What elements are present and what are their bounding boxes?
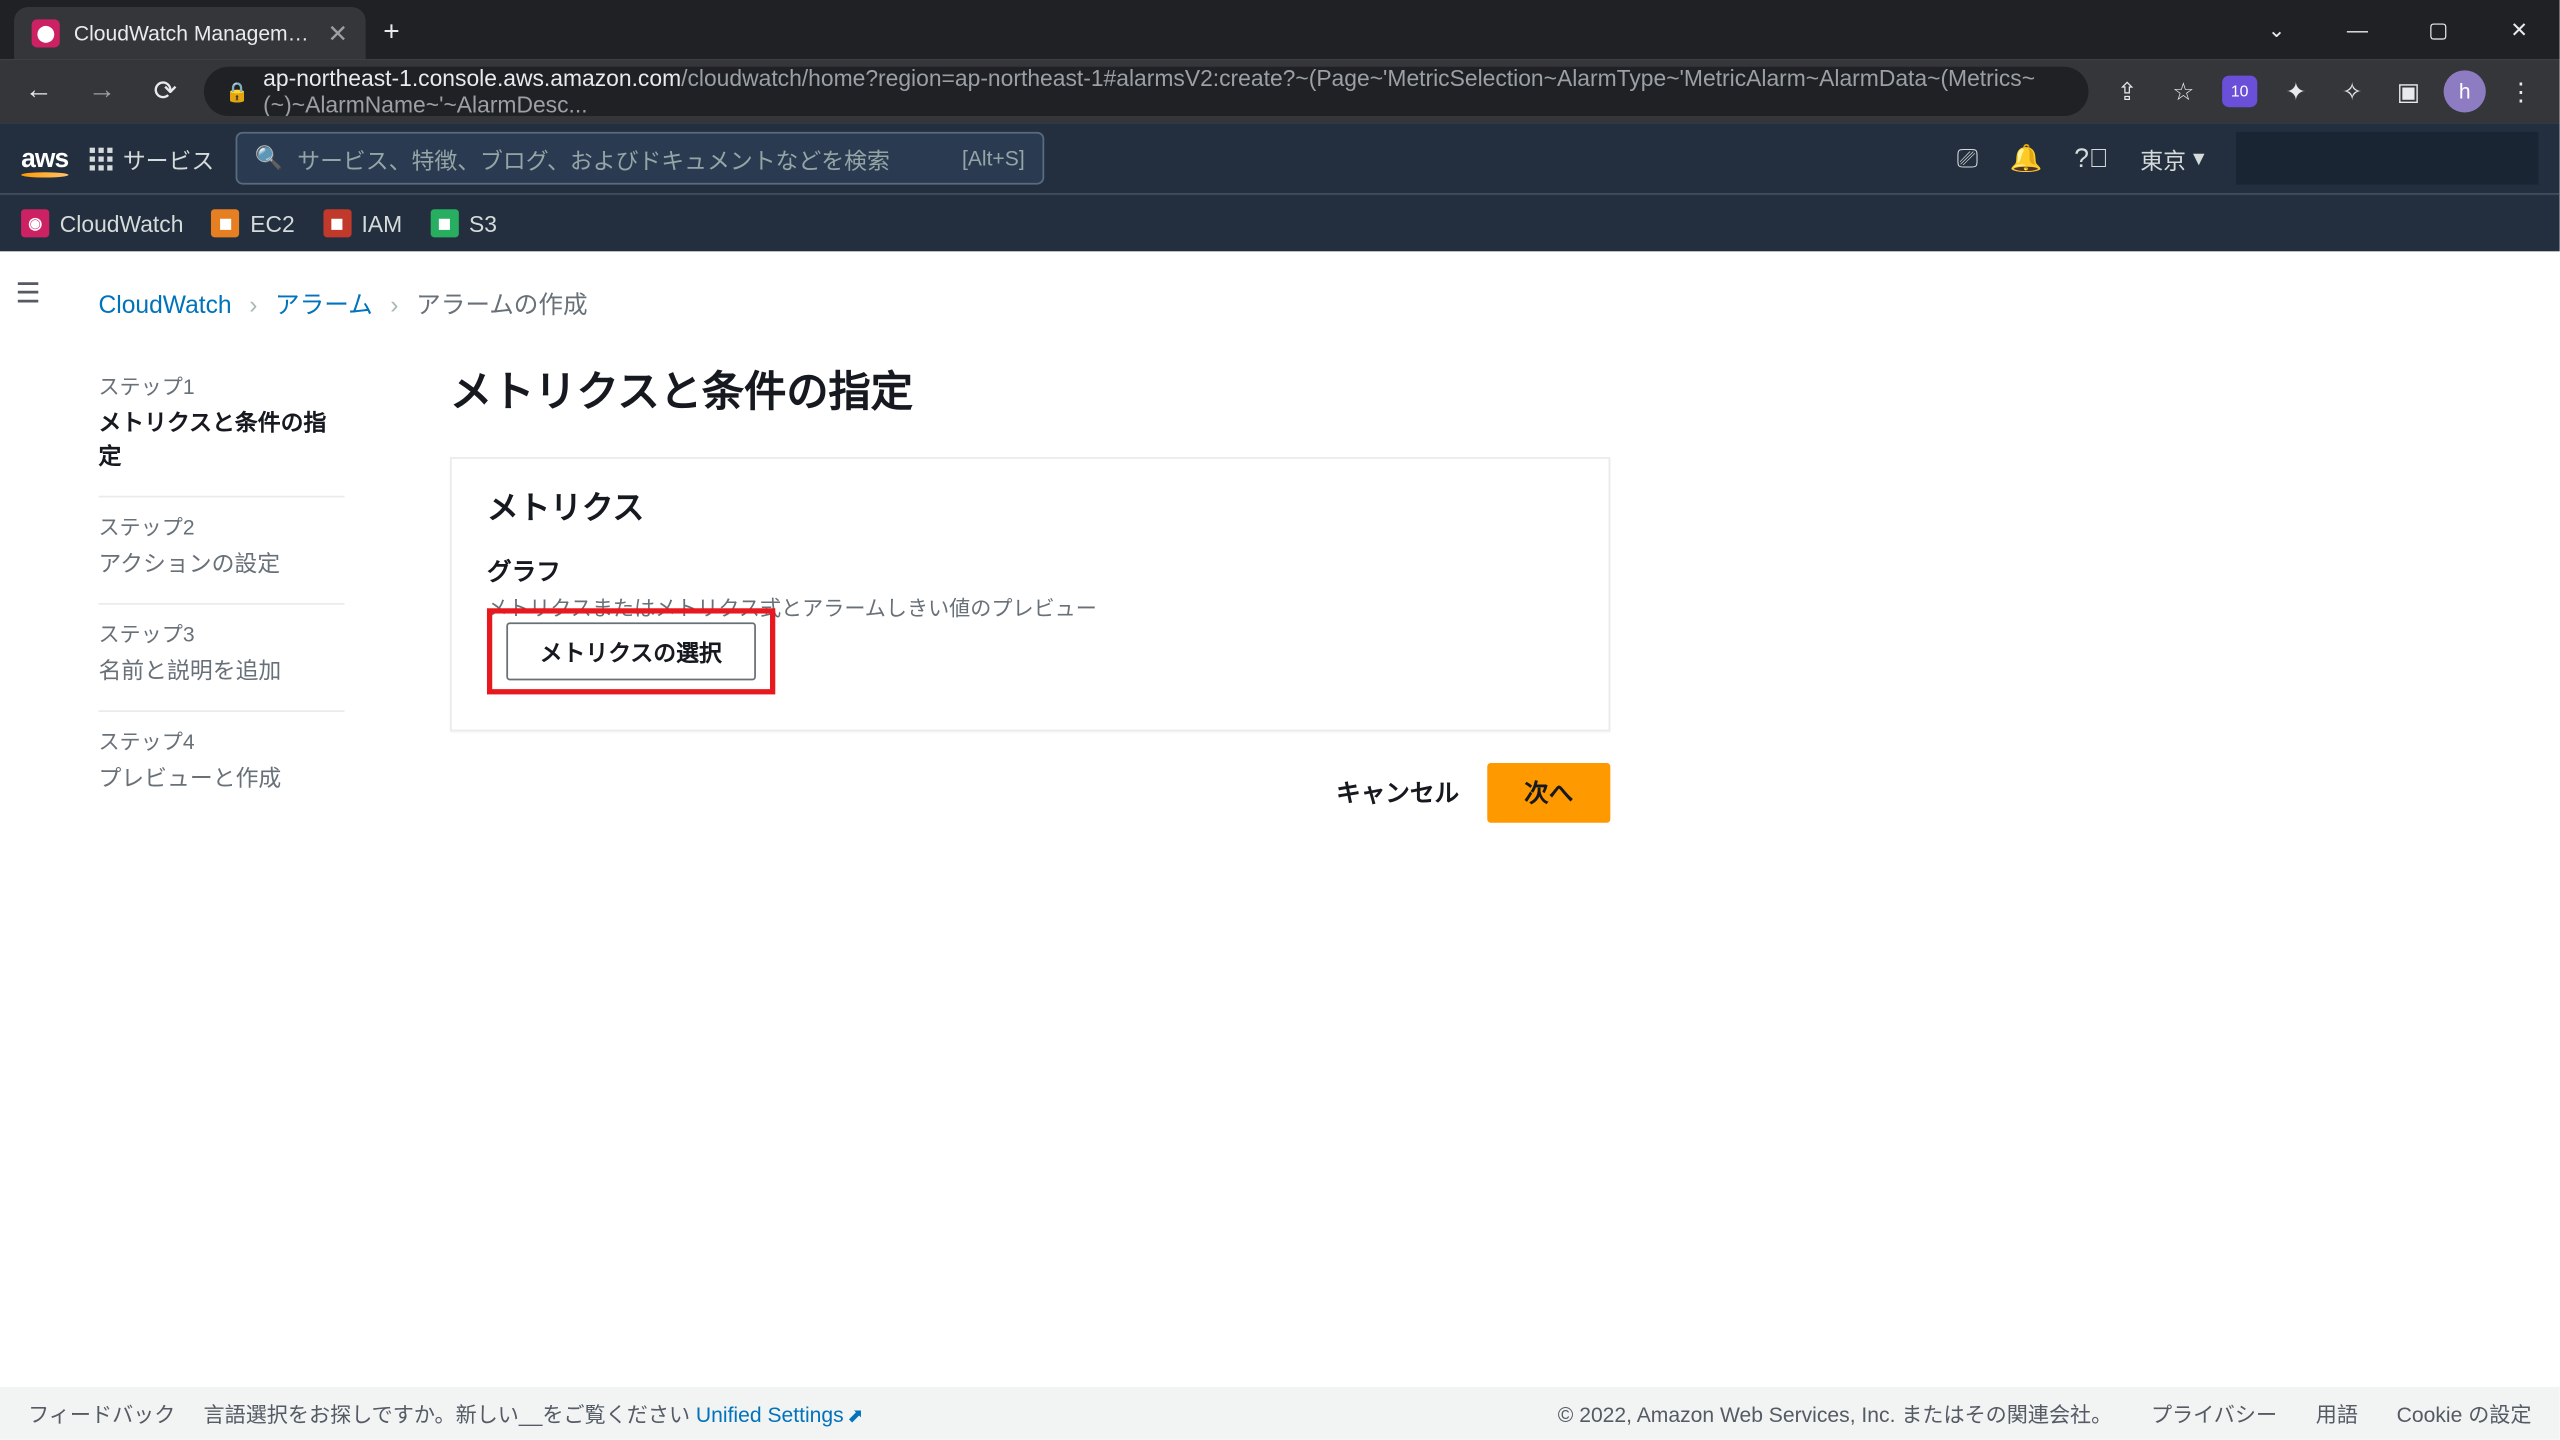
browser-toolbar: ← → ⟳ 🔒 ap-northeast-1.console.aws.amazo… [0,60,2560,123]
window-minimize-icon[interactable]: ― [2317,0,2398,60]
window-maximize-icon[interactable]: ▢ [2398,0,2479,60]
tab-title: CloudWatch Management Conso [74,21,314,46]
search-icon: 🔍 [255,144,283,172]
service-link-ec2[interactable]: ◼EC2 [212,209,295,237]
back-icon[interactable]: ← [14,76,63,108]
tabs-dropdown-icon[interactable]: ⌄ [2236,0,2317,60]
lock-icon: 🔒 [225,80,249,103]
url-bar[interactable]: 🔒 ap-northeast-1.console.aws.amazon.com/… [204,67,2089,116]
privacy-link[interactable]: プライバシー [2151,1398,2277,1428]
service-link-cloudwatch[interactable]: ◉CloudWatch [21,209,183,237]
menu-icon[interactable]: ⋮ [2496,67,2545,116]
wizard-step-2[interactable]: ステップ2 アクションの設定 [98,498,344,605]
services-grid-icon [89,147,112,170]
copyright-text: © 2022, Amazon Web Services, Inc. またはその関… [1558,1398,2112,1428]
breadcrumb-cloudwatch[interactable]: CloudWatch [98,290,231,318]
extension-badge[interactable]: 10 [2215,67,2264,116]
aws-logo[interactable]: aws [21,143,68,173]
service-link-iam[interactable]: ◼IAM [323,209,402,237]
next-button[interactable]: 次へ [1487,763,1610,823]
unified-settings-link[interactable]: Unified Settings⬈ [696,1402,863,1427]
aws-top-nav: aws サービス 🔍 サービス、特徴、ブログ、およびドキュメントなどを検索 [A… [0,123,2560,193]
breadcrumb-current: アラームの作成 [416,287,588,322]
metrics-card: メトリクス グラフ メトリクスまたはメトリクス式とアラームしきい値のプレビュー … [450,457,1610,731]
aws-service-bar: ◉CloudWatch ◼EC2 ◼IAM ◼S3 [0,193,2560,251]
terms-link[interactable]: 用語 [2316,1398,2358,1428]
account-menu[interactable] [2236,132,2538,185]
chevron-right-icon: › [249,290,257,318]
feedback-link[interactable]: フィードバック [28,1398,175,1428]
language-hint: 言語選択をお探しですか。新しい__をご覧ください Unified Setting… [204,1398,864,1428]
ec2-icon: ◼ [212,209,240,237]
highlight-annotation: メトリクスの選択 [487,608,775,694]
cloudwatch-icon: ◉ [21,209,49,237]
help-icon[interactable]: ?⃝ [2074,143,2108,173]
page-title: メトリクスと条件の指定 [450,357,1610,419]
external-link-icon: ⬈ [847,1406,863,1427]
aws-search-input[interactable]: 🔍 サービス、特徴、ブログ、およびドキュメントなどを検索 [Alt+S] [235,132,1044,185]
forward-icon[interactable]: → [77,76,126,108]
search-placeholder: サービス、特徴、ブログ、およびドキュメントなどを検索 [297,142,948,175]
region-selector[interactable]: 東京 ▾ [2140,142,2204,175]
window-close-icon[interactable]: ✕ [2479,0,2560,60]
browser-tab[interactable]: ⬤ CloudWatch Management Conso ✕ [14,7,366,60]
breadcrumb-alarms[interactable]: アラーム [275,287,373,322]
service-link-s3[interactable]: ◼S3 [430,209,497,237]
extensions-icon[interactable]: ✧ [2328,67,2377,116]
wizard-step-4[interactable]: ステップ4 プレビューと作成 [98,712,344,817]
star-icon[interactable]: ☆ [2159,67,2208,116]
wizard-step-1[interactable]: ステップ1 メトリクスと条件の指定 [98,357,344,498]
services-button[interactable]: サービス [89,142,214,175]
side-nav-toggle[interactable]: ☰ [0,265,56,321]
iam-icon: ◼ [323,209,351,237]
browser-titlebar: ⬤ CloudWatch Management Conso ✕ + ⌄ ― ▢ … [0,0,2560,60]
search-shortcut: [Alt+S] [962,146,1025,171]
s3-icon: ◼ [430,209,458,237]
sidepanel-icon[interactable]: ▣ [2384,67,2433,116]
chevron-down-icon: ▾ [2193,144,2204,172]
cloudshell-icon[interactable]: ⎚ [1957,143,1978,173]
wizard-step-3[interactable]: ステップ3 名前と説明を追加 [98,605,344,712]
aws-footer: フィードバック 言語選択をお探しですか。新しい__をご覧ください Unified… [0,1387,2560,1440]
select-metric-button[interactable]: メトリクスの選択 [506,622,755,680]
reload-icon[interactable]: ⟳ [141,74,190,109]
notifications-icon[interactable]: 🔔 [2010,142,2043,174]
extension-icon[interactable]: ✦ [2271,67,2320,116]
breadcrumb: CloudWatch › アラーム › アラームの作成 [98,287,2489,322]
graph-label: グラフ [487,554,1573,589]
card-title: メトリクス [487,483,1573,529]
profile-avatar[interactable]: h [2440,67,2489,116]
url-domain: ap-northeast-1.console.aws.amazon.com [263,67,681,92]
tab-close-icon[interactable]: ✕ [327,18,348,48]
wizard-steps: ステップ1 メトリクスと条件の指定 ステップ2 アクションの設定 ステップ3 名… [98,357,344,823]
chevron-right-icon: › [390,290,398,318]
tab-favicon-icon: ⬤ [32,19,60,47]
cookie-link[interactable]: Cookie の設定 [2397,1398,2532,1428]
new-tab-button[interactable]: + [366,9,418,58]
share-icon[interactable]: ⇪ [2103,67,2152,116]
cancel-button[interactable]: キャンセル [1336,775,1459,810]
